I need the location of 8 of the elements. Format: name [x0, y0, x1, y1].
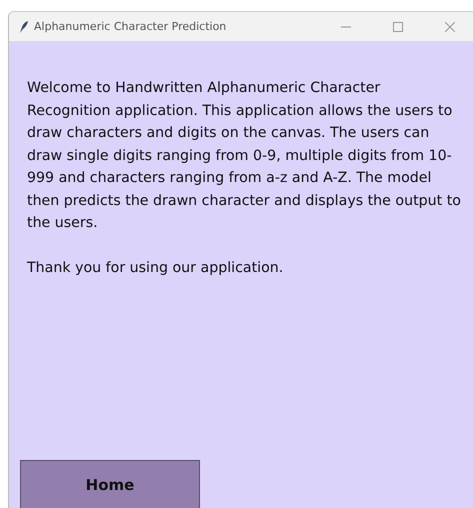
window-title: Alphanumeric Character Prediction [34, 20, 228, 33]
paragraph: Thank you for using our application. [27, 258, 284, 278]
minimize-icon[interactable] [341, 26, 351, 28]
maximize-icon[interactable] [393, 22, 403, 32]
feather-icon [19, 20, 28, 32]
home-button[interactable]: Home [20, 460, 200, 508]
close-icon[interactable] [445, 22, 455, 32]
paragraph: Welcome to Handwritten Alphanumeric Character Recognition application. This application allows the users to draw characters and digits on the canvas. The users can draw single digits ranging from 0-9, multiple digits from 10-999 and characters ranging from a-z and A-Z. The model then predicts the drawn character and displays the output to the users. [27, 79, 461, 233]
